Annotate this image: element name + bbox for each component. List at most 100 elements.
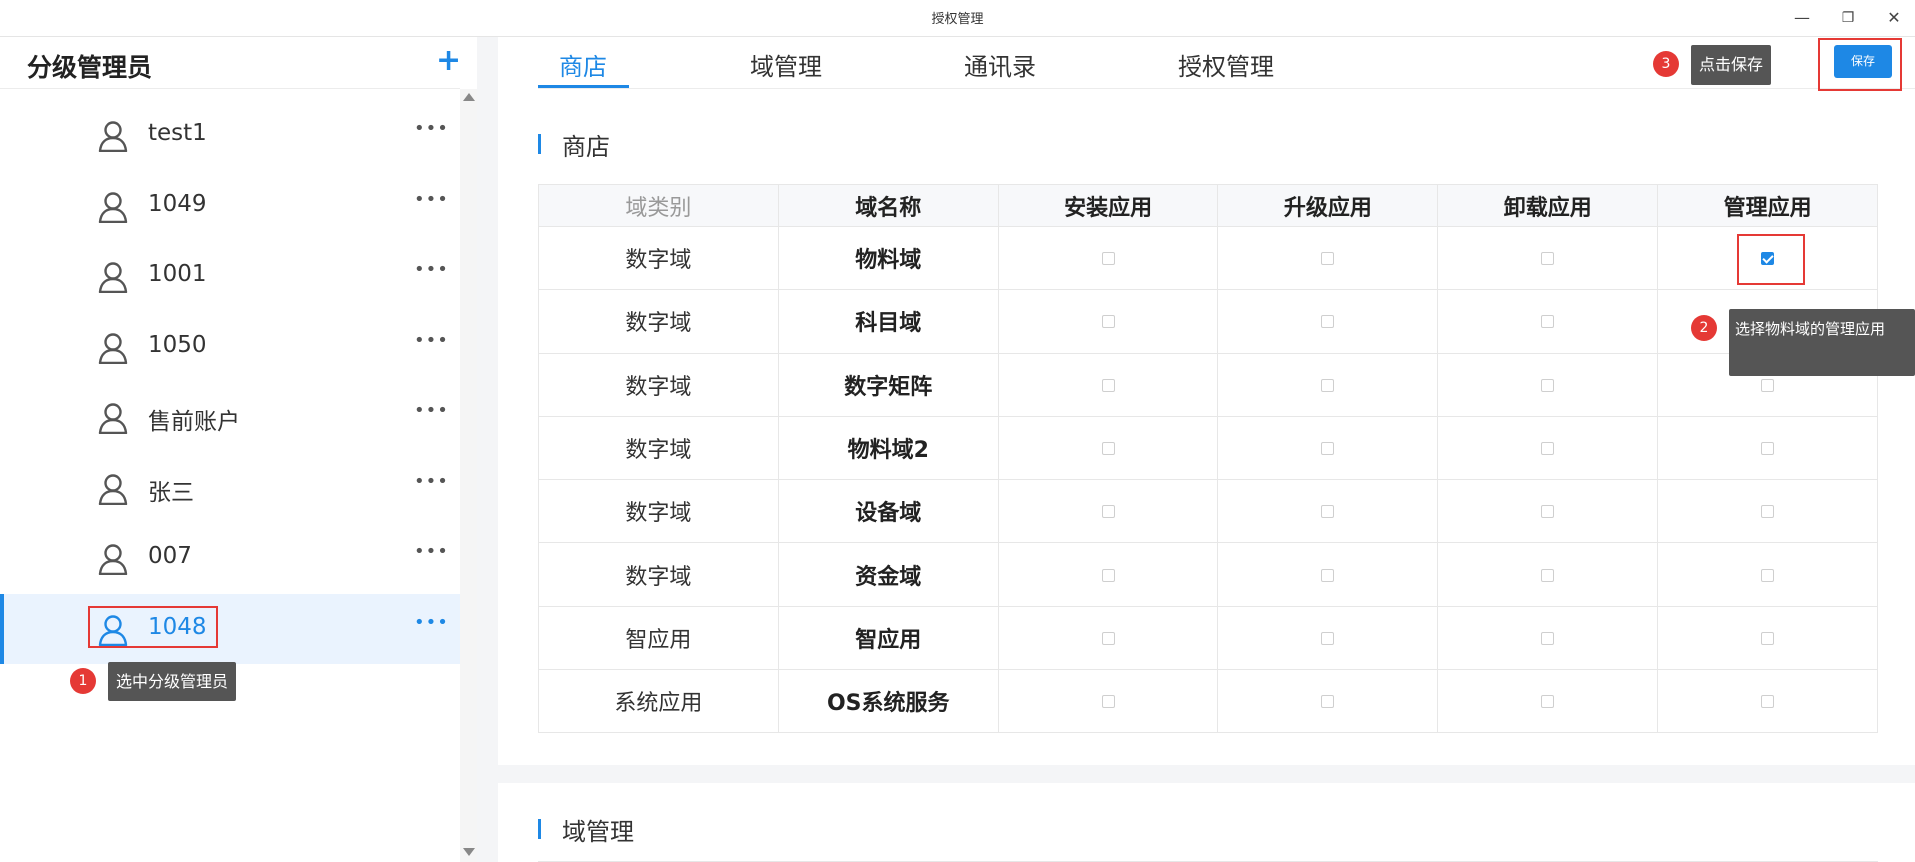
install-checkbox[interactable]: [1101, 442, 1115, 456]
more-options-icon[interactable]: •••: [414, 400, 449, 421]
uninstall-checkbox[interactable]: [1541, 378, 1555, 392]
uninstall-checkbox[interactable]: [1541, 631, 1555, 645]
sidebar-scrollbar[interactable]: [460, 89, 477, 862]
scroll-up-arrow-icon[interactable]: [463, 93, 475, 101]
user-icon: [98, 332, 128, 364]
install-checkbox[interactable]: [1101, 378, 1115, 392]
more-options-icon[interactable]: •••: [414, 541, 449, 562]
upgrade-checkbox[interactable]: [1321, 505, 1335, 519]
install-permission-cell: [997, 289, 1219, 354]
annotation-tooltip-1: 选中分级管理员: [108, 662, 237, 701]
uninstall-checkbox[interactable]: [1541, 695, 1555, 709]
upgrade-checkbox[interactable]: [1321, 568, 1335, 582]
uninstall-permission-cell: [1437, 479, 1659, 544]
upgrade-checkbox[interactable]: [1321, 252, 1335, 266]
manage-checkbox[interactable]: [1761, 378, 1775, 392]
admin-list-item[interactable]: 1050 •••: [0, 312, 460, 383]
uninstall-permission-cell: [1437, 225, 1659, 291]
manage-checkbox[interactable]: [1761, 568, 1775, 582]
table-row: 数字域 数字矩阵: [538, 352, 1878, 417]
install-permission-cell: [997, 415, 1219, 481]
domain-category-cell: 数字域: [538, 225, 779, 291]
uninstall-permission-cell: [1437, 605, 1659, 671]
upgrade-permission-cell: [1217, 289, 1439, 354]
section-title-domain: 域管理: [562, 818, 634, 846]
more-options-icon[interactable]: •••: [414, 471, 449, 492]
active-tab-indicator: [538, 85, 629, 88]
annotation-badge-3: 3: [1653, 51, 1679, 77]
domain-name-cell: 物料域: [777, 225, 999, 291]
upgrade-checkbox[interactable]: [1321, 442, 1335, 456]
manage-checkbox[interactable]: [1761, 631, 1775, 645]
domain-name-cell: 智应用: [777, 605, 999, 671]
scroll-down-arrow-icon[interactable]: [463, 848, 475, 856]
tab-authorization[interactable]: 授权管理: [1178, 47, 1274, 82]
admin-list-item[interactable]: 售前账户 •••: [0, 382, 460, 453]
upgrade-checkbox[interactable]: [1321, 378, 1335, 392]
column-header: 升级应用: [1217, 184, 1439, 227]
window-title: 授权管理: [931, 12, 984, 27]
admin-name: 1001: [148, 261, 207, 287]
install-checkbox[interactable]: [1101, 315, 1115, 329]
table-row: 系统应用 OS系统服务: [538, 669, 1878, 734]
manage-permission-cell: [1657, 479, 1878, 544]
annotation-highlight-checkbox: [1737, 234, 1805, 285]
domain-name-cell: 科目域: [777, 289, 999, 354]
domain-name-cell: 数字矩阵: [777, 352, 999, 417]
close-icon[interactable]: ✕: [1882, 6, 1906, 30]
column-header: 管理应用: [1657, 184, 1878, 227]
user-icon: [98, 402, 128, 435]
restore-icon[interactable]: ❐: [1836, 6, 1860, 30]
tab-contacts[interactable]: 通讯录: [964, 47, 1036, 82]
user-icon: [98, 191, 128, 223]
table-row: 数字域 设备域: [538, 479, 1878, 544]
admin-list-item[interactable]: 007 •••: [0, 523, 460, 594]
annotation-highlight-admin: [88, 606, 218, 648]
upgrade-permission-cell: [1217, 415, 1439, 481]
domain-name-cell: 设备域: [777, 479, 999, 544]
admin-list-item[interactable]: 张三 •••: [0, 453, 460, 524]
install-checkbox[interactable]: [1101, 505, 1115, 519]
manage-checkbox[interactable]: [1761, 442, 1775, 456]
tab-store[interactable]: 商店: [559, 47, 607, 82]
domain-category-cell: 数字域: [538, 479, 779, 544]
more-options-icon[interactable]: •••: [414, 118, 449, 139]
upgrade-permission-cell: [1217, 605, 1439, 671]
uninstall-checkbox[interactable]: [1541, 505, 1555, 519]
upgrade-permission-cell: [1217, 225, 1439, 291]
uninstall-checkbox[interactable]: [1541, 568, 1555, 582]
table-row: 数字域 物料域: [538, 225, 1878, 291]
window-titlebar: 授权管理 — ❐ ✕: [0, 0, 1915, 37]
upgrade-checkbox[interactable]: [1321, 631, 1335, 645]
admin-list-item[interactable]: 1049 •••: [0, 171, 460, 242]
more-options-icon[interactable]: •••: [414, 612, 449, 633]
admin-name: 1050: [148, 331, 207, 358]
add-admin-button[interactable]: +: [436, 43, 461, 79]
annotation-badge-1: 1: [70, 668, 96, 694]
upgrade-permission-cell: [1217, 542, 1439, 607]
upgrade-checkbox[interactable]: [1321, 315, 1335, 329]
user-icon: [98, 261, 128, 294]
admin-list-item[interactable]: test1 •••: [0, 100, 460, 171]
more-options-icon[interactable]: •••: [414, 189, 449, 210]
uninstall-checkbox[interactable]: [1541, 315, 1555, 329]
upgrade-permission-cell: [1217, 352, 1439, 417]
uninstall-checkbox[interactable]: [1541, 252, 1555, 266]
minimize-icon[interactable]: —: [1790, 6, 1814, 30]
install-checkbox[interactable]: [1101, 568, 1115, 582]
upgrade-checkbox[interactable]: [1321, 695, 1335, 709]
tab-domain-management[interactable]: 域管理: [750, 47, 822, 82]
install-checkbox[interactable]: [1101, 252, 1115, 266]
install-checkbox[interactable]: [1101, 631, 1115, 645]
uninstall-checkbox[interactable]: [1541, 442, 1555, 456]
more-options-icon[interactable]: •••: [414, 330, 449, 351]
user-icon: [98, 473, 128, 505]
manage-checkbox[interactable]: [1761, 505, 1775, 519]
install-permission-cell: [997, 669, 1219, 734]
admin-list-item[interactable]: 1001 •••: [0, 241, 460, 312]
user-icon: [98, 120, 128, 153]
manage-checkbox[interactable]: [1761, 695, 1775, 709]
admin-list-item[interactable]: 1048 •••: [0, 593, 460, 664]
more-options-icon[interactable]: •••: [414, 259, 449, 280]
install-checkbox[interactable]: [1101, 695, 1115, 709]
